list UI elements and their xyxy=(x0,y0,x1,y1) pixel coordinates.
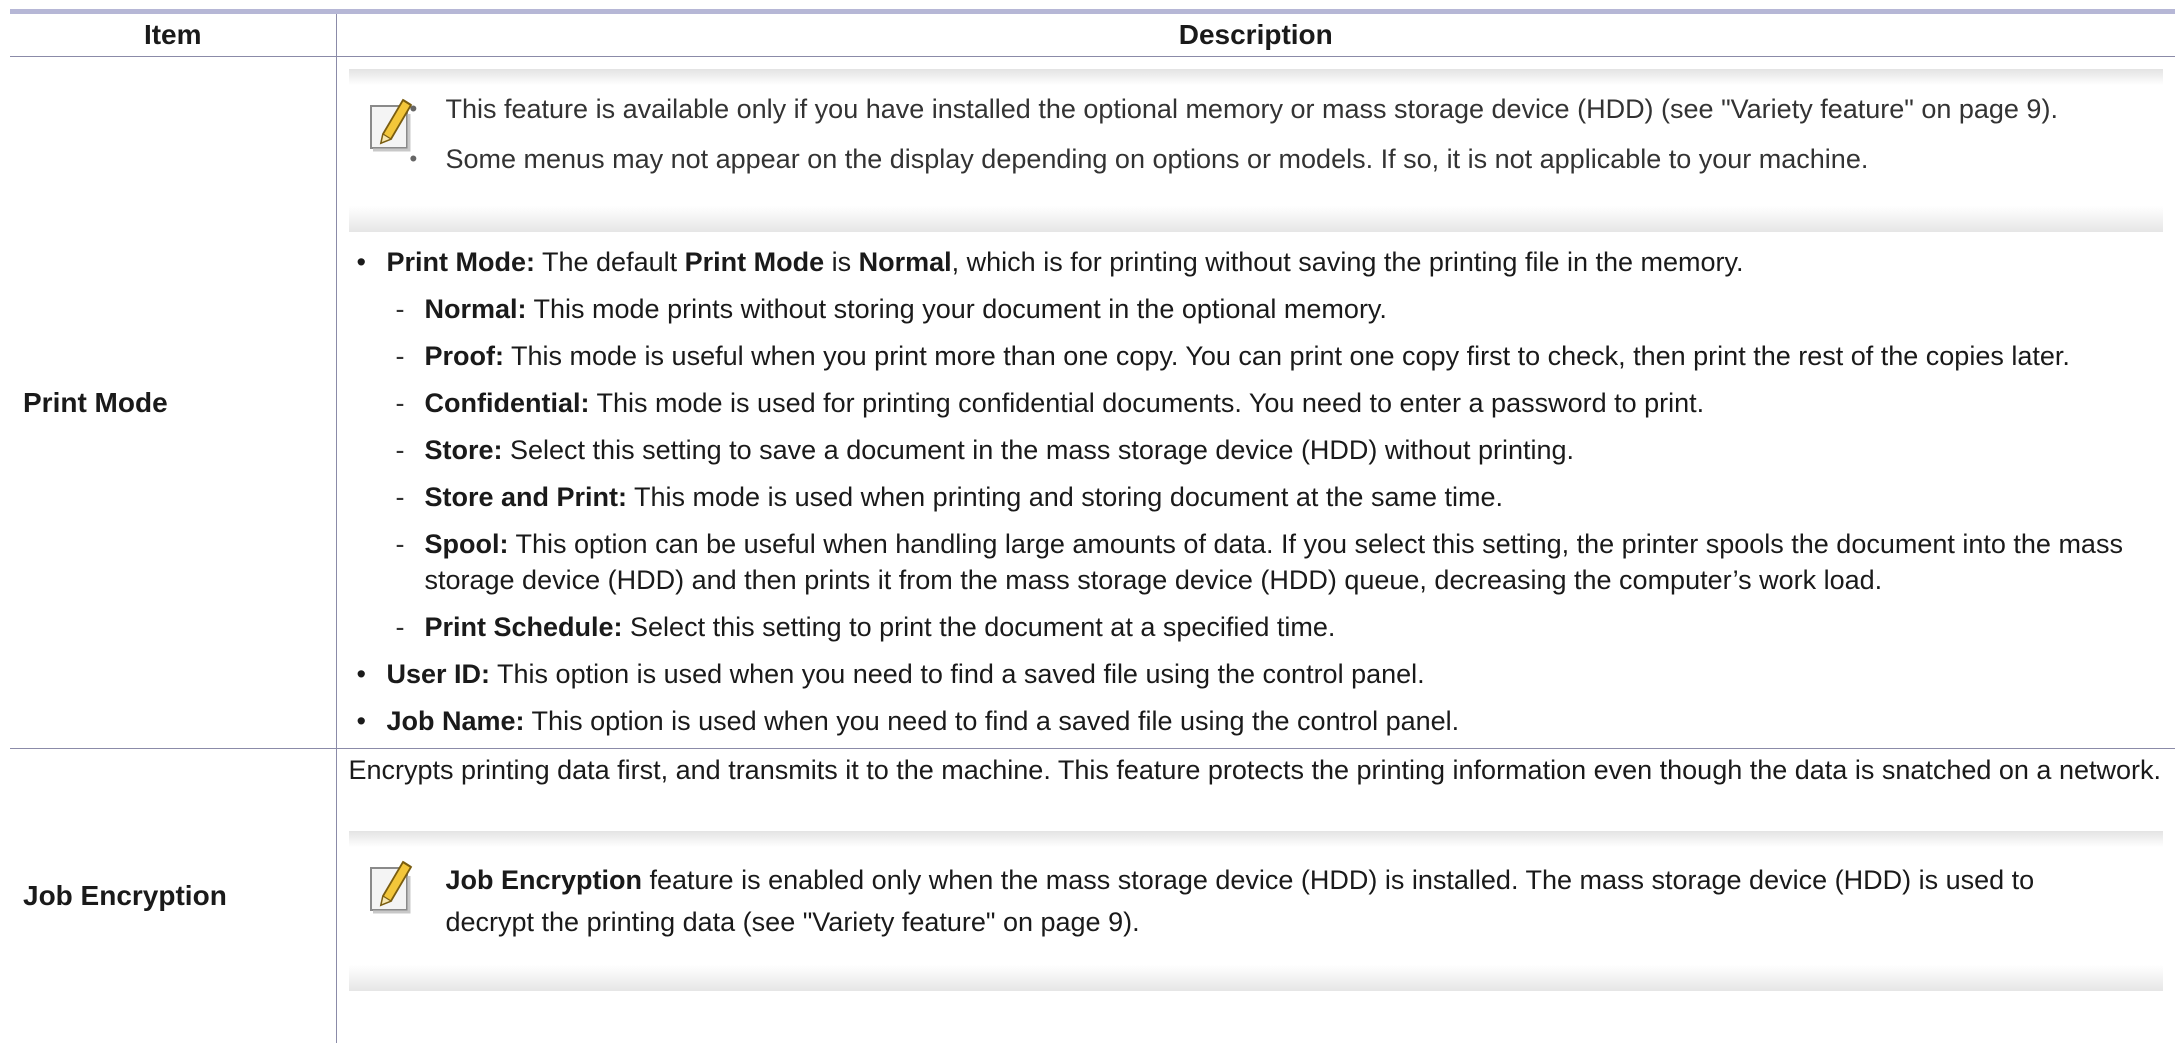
note-pencil-icon xyxy=(367,856,419,918)
table-row: Print Mode • This feature is available o… xyxy=(10,56,2175,749)
table-header-row: Item Description xyxy=(10,14,2175,57)
header-item: Item xyxy=(10,14,337,57)
sub-list-item: - Normal: This mode prints without storin… xyxy=(395,294,1387,324)
sub-list-item: - Confidential: This mode is used for pri… xyxy=(395,388,1705,418)
print-mode-options-list: • Print Mode: The default Print Mode is … xyxy=(349,244,2175,739)
job-encryption-intro: Encrypts printing data first, and transm… xyxy=(348,755,2162,785)
description-cell-print-mode: • This feature is available only if you h… xyxy=(336,56,2175,749)
item-cell-job-encryption: Job Encryption xyxy=(10,748,337,1043)
sub-list-item: - Proof: This mode is useful when you pri… xyxy=(395,341,2070,371)
note-item: • Some menus may not appear on the displa… xyxy=(409,144,1869,174)
note-box: Job Encryption feature is enabled only w… xyxy=(348,831,2163,991)
note-box: • This feature is available only if you h… xyxy=(348,69,2164,232)
table-row: Job Encryption Encrypts printing data fi… xyxy=(10,748,2175,1043)
note-list: • This feature is available only if you h… xyxy=(409,91,2164,177)
header-description: Description xyxy=(336,14,2175,57)
spec-table: Item Description Print Mode • This featu… xyxy=(10,14,2175,1043)
list-item: • Print Mode: The default Print Mode is … xyxy=(349,244,2175,645)
print-mode-sub-list: - Normal: This mode prints without storin… xyxy=(387,291,2175,645)
description-cell-job-encryption: Encrypts printing data first, and transm… xyxy=(336,749,2175,1043)
job-encryption-note: Job Encryption feature is enabled only w… xyxy=(445,865,2035,937)
sub-list-item: - Spool: This option can be useful when h… xyxy=(395,529,2123,595)
list-item: • User ID: This option is used when you … xyxy=(356,659,1425,689)
sub-list-item: - Print Schedule: Select this setting to … xyxy=(395,612,1336,642)
sub-list-item: - Store: Select this setting to save a do… xyxy=(395,435,1575,465)
sub-list-item: - Store and Print: This mode is used when… xyxy=(395,482,1504,512)
note-item: • This feature is available only if you h… xyxy=(409,94,2058,124)
item-cell-print-mode: Print Mode xyxy=(10,56,337,749)
list-item: • Job Name: This option is used when you… xyxy=(356,706,1460,736)
